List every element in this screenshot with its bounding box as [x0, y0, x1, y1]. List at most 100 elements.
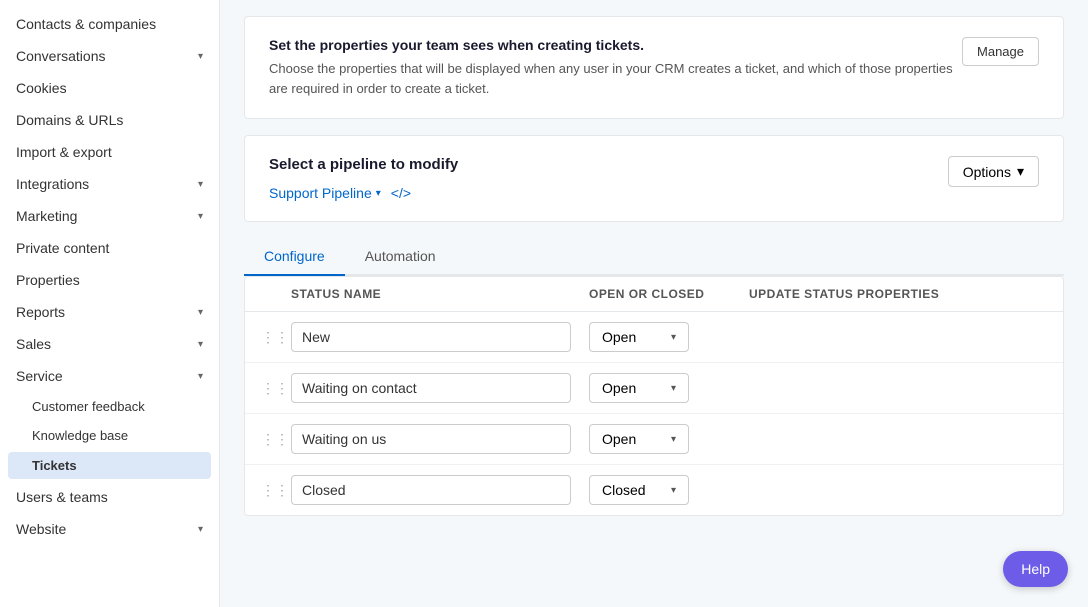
- sidebar-item-users-teams[interactable]: Users & teams: [0, 481, 219, 513]
- sidebar-item-marketing[interactable]: Marketing ▾: [0, 200, 219, 232]
- status-name-cell: [291, 475, 589, 505]
- options-button[interactable]: Options ▾: [948, 156, 1039, 187]
- open-closed-dropdown[interactable]: Closed ▾: [589, 475, 689, 505]
- main-content: Set the properties your team sees when c…: [220, 0, 1088, 607]
- table-col-drag: [261, 287, 291, 301]
- open-closed-cell: Open ▾: [589, 322, 749, 352]
- open-closed-cell: Open ▾: [589, 424, 749, 454]
- sidebar-sub-item-label: Customer feedback: [32, 399, 145, 414]
- pipeline-link[interactable]: Support Pipeline ▾: [269, 185, 381, 201]
- chevron-down-icon: ▾: [198, 524, 203, 535]
- sidebar-item-label: Website: [16, 521, 66, 537]
- sidebar-item-label: Sales: [16, 336, 51, 352]
- manage-title: Set the properties your team sees when c…: [269, 37, 962, 53]
- sidebar-item-label: Marketing: [16, 208, 77, 224]
- dropdown-arrow-icon: ▾: [671, 434, 676, 445]
- table-row: ⋮⋮ Open ▾: [245, 414, 1063, 465]
- dropdown-value: Open: [602, 380, 636, 396]
- table-row: ⋮⋮ Open ▾: [245, 363, 1063, 414]
- chevron-down-icon: ▾: [198, 371, 203, 382]
- sidebar-item-domains[interactable]: Domains & URLs: [0, 104, 219, 136]
- table-row: ⋮⋮ Open ▾: [245, 312, 1063, 363]
- sidebar: Contacts & companies Conversations ▾ Coo…: [0, 0, 220, 607]
- dropdown-arrow-icon: ▾: [671, 332, 676, 343]
- sidebar-item-label: Properties: [16, 272, 80, 288]
- chevron-down-icon: ▾: [198, 179, 203, 190]
- status-name-cell: [291, 424, 589, 454]
- sidebar-item-properties[interactable]: Properties: [0, 264, 219, 296]
- sidebar-item-label: Domains & URLs: [16, 112, 123, 128]
- options-arrow-icon: ▾: [1017, 163, 1024, 180]
- code-icon[interactable]: </>: [391, 185, 411, 201]
- sidebar-item-reports[interactable]: Reports ▾: [0, 296, 219, 328]
- chevron-down-icon: ▾: [198, 211, 203, 222]
- status-input[interactable]: [291, 424, 571, 454]
- sidebar-item-label: Contacts & companies: [16, 16, 156, 32]
- pipeline-selector: Support Pipeline ▾ </>: [269, 185, 458, 201]
- open-closed-cell: Open ▾: [589, 373, 749, 403]
- table-row: ⋮⋮ Closed ▾: [245, 465, 1063, 515]
- sidebar-item-sales[interactable]: Sales ▾: [0, 328, 219, 360]
- table-header: STATUS NAME OPEN OR CLOSED UPDATE STATUS…: [245, 277, 1063, 312]
- manage-description: Choose the properties that will be displ…: [269, 59, 962, 98]
- pipeline-name: Support Pipeline: [269, 185, 372, 201]
- help-label: Help: [1021, 561, 1050, 577]
- sidebar-item-label: Integrations: [16, 176, 89, 192]
- manage-text: Set the properties your team sees when c…: [269, 37, 962, 98]
- sidebar-item-conversations[interactable]: Conversations ▾: [0, 40, 219, 72]
- drag-handle-icon[interactable]: ⋮⋮: [261, 482, 291, 499]
- sidebar-item-label: Reports: [16, 304, 65, 320]
- sidebar-item-label: Import & export: [16, 144, 112, 160]
- dropdown-value: Open: [602, 329, 636, 345]
- sidebar-item-label: Private content: [16, 240, 109, 256]
- drag-handle-icon[interactable]: ⋮⋮: [261, 329, 291, 346]
- pipeline-section: Select a pipeline to modify Support Pipe…: [244, 135, 1064, 222]
- status-name-cell: [291, 322, 589, 352]
- sidebar-item-label: Cookies: [16, 80, 67, 96]
- sidebar-sub-item-knowledge-base[interactable]: Knowledge base: [0, 421, 219, 450]
- sidebar-item-website[interactable]: Website ▾: [0, 513, 219, 545]
- sidebar-item-service[interactable]: Service ▾: [0, 360, 219, 392]
- sidebar-sub-item-customer-feedback[interactable]: Customer feedback: [0, 392, 219, 421]
- status-input[interactable]: [291, 373, 571, 403]
- sidebar-item-label: Conversations: [16, 48, 106, 64]
- chevron-down-icon: ▾: [198, 51, 203, 62]
- drag-handle-icon[interactable]: ⋮⋮: [261, 380, 291, 397]
- sidebar-sub-item-label: Tickets: [32, 458, 77, 473]
- help-button[interactable]: Help: [1003, 551, 1068, 587]
- open-closed-dropdown[interactable]: Open ▾: [589, 424, 689, 454]
- pipeline-dropdown-arrow: ▾: [376, 188, 381, 199]
- status-name-cell: [291, 373, 589, 403]
- dropdown-value: Closed: [602, 482, 646, 498]
- pipeline-table: STATUS NAME OPEN OR CLOSED UPDATE STATUS…: [244, 276, 1064, 516]
- tab-configure[interactable]: Configure: [244, 238, 345, 276]
- chevron-down-icon: ▾: [198, 339, 203, 350]
- sidebar-item-label: Service: [16, 368, 63, 384]
- sidebar-item-private[interactable]: Private content: [0, 232, 219, 264]
- table-col-status: STATUS NAME: [291, 287, 589, 301]
- chevron-down-icon: ▾: [198, 307, 203, 318]
- manage-button[interactable]: Manage: [962, 37, 1039, 66]
- status-input[interactable]: [291, 322, 571, 352]
- manage-info-box: Set the properties your team sees when c…: [244, 16, 1064, 119]
- dropdown-arrow-icon: ▾: [671, 485, 676, 496]
- table-col-update: UPDATE STATUS PROPERTIES: [749, 287, 1047, 301]
- dropdown-arrow-icon: ▾: [671, 383, 676, 394]
- sidebar-item-contacts[interactable]: Contacts & companies: [0, 8, 219, 40]
- drag-handle-icon[interactable]: ⋮⋮: [261, 431, 291, 448]
- open-closed-dropdown[interactable]: Open ▾: [589, 322, 689, 352]
- open-closed-cell: Closed ▾: [589, 475, 749, 505]
- status-input[interactable]: [291, 475, 571, 505]
- sidebar-item-integrations[interactable]: Integrations ▾: [0, 168, 219, 200]
- sidebar-sub-item-tickets[interactable]: Tickets: [8, 452, 211, 479]
- table-col-open-closed: OPEN OR CLOSED: [589, 287, 749, 301]
- tab-automation[interactable]: Automation: [345, 238, 456, 276]
- pipeline-title: Select a pipeline to modify: [269, 156, 458, 173]
- open-closed-dropdown[interactable]: Open ▾: [589, 373, 689, 403]
- sidebar-item-cookies[interactable]: Cookies: [0, 72, 219, 104]
- sidebar-sub-item-label: Knowledge base: [32, 428, 128, 443]
- options-label: Options: [963, 164, 1011, 180]
- dropdown-value: Open: [602, 431, 636, 447]
- sidebar-item-import[interactable]: Import & export: [0, 136, 219, 168]
- tabs-row: Configure Automation: [244, 238, 1064, 276]
